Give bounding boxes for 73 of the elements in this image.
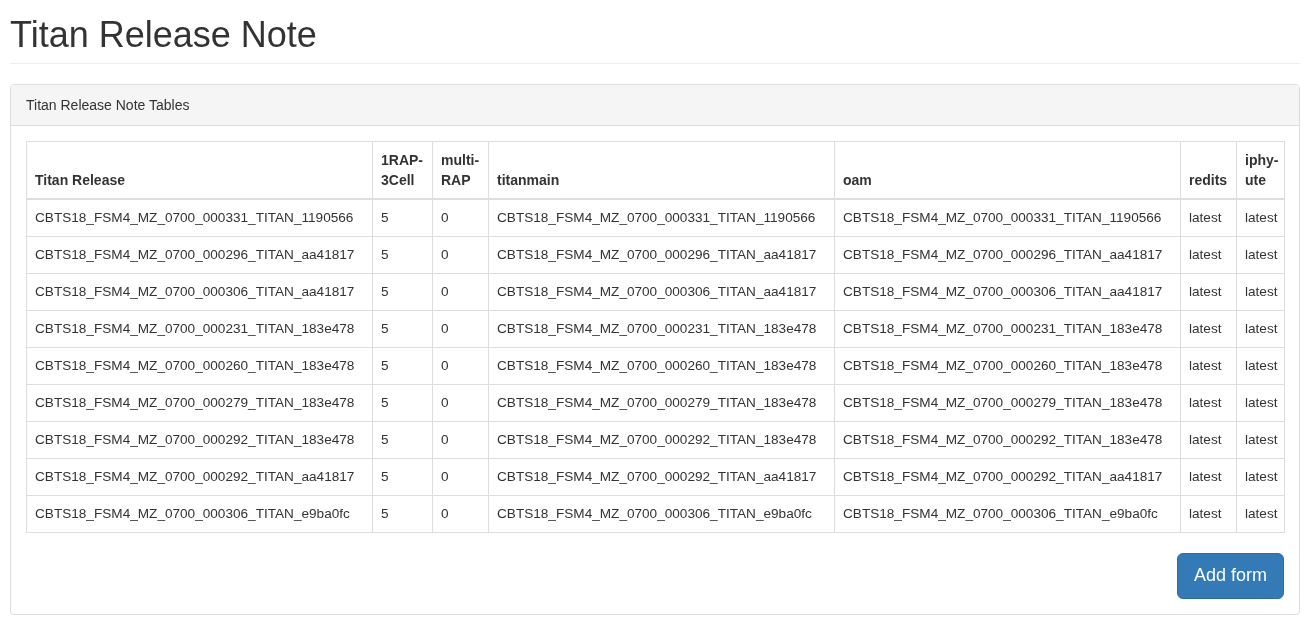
table-cell: CBTS18_FSM4_MZ_0700_000292_TITAN_183e478 [488,421,835,459]
table-cell: latest [1236,273,1285,311]
table-cell: CBTS18_FSM4_MZ_0700_000279_TITAN_183e478 [834,384,1181,422]
table-cell: 0 [432,347,489,385]
table-cell: latest [1236,384,1285,422]
table-cell: CBTS18_FSM4_MZ_0700_000292_TITAN_183e478 [834,421,1181,459]
table-cell: latest [1180,384,1237,422]
table-cell: CBTS18_FSM4_MZ_0700_000306_TITAN_aa41817 [26,273,373,311]
table-cell: latest [1236,458,1285,496]
table-cell: latest [1236,495,1285,533]
table-cell: CBTS18_FSM4_MZ_0700_000306_TITAN_e9ba0fc [834,495,1181,533]
table-cell: CBTS18_FSM4_MZ_0700_000306_TITAN_aa41817 [834,273,1181,311]
table-cell: latest [1236,421,1285,459]
page-title: Titan Release Note [10,0,1300,64]
table-cell: CBTS18_FSM4_MZ_0700_000306_TITAN_e9ba0fc [26,495,373,533]
table-cell: latest [1180,273,1237,311]
table-cell: 0 [432,310,489,348]
column-header: iphy-ute [1236,141,1285,199]
table-cell: latest [1180,310,1237,348]
column-header: multi-RAP [432,141,489,199]
table-cell: CBTS18_FSM4_MZ_0700_000279_TITAN_183e478 [26,384,373,422]
table-cell: CBTS18_FSM4_MZ_0700_000231_TITAN_183e478 [26,310,373,348]
table-cell: latest [1180,236,1237,274]
table-cell: CBTS18_FSM4_MZ_0700_000296_TITAN_aa41817 [834,236,1181,274]
table-cell: latest [1236,236,1285,274]
table-cell: 5 [372,310,433,348]
table-cell: CBTS18_FSM4_MZ_0700_000292_TITAN_aa41817 [488,458,835,496]
table-cell: CBTS18_FSM4_MZ_0700_000296_TITAN_aa41817 [488,236,835,274]
table-cell: 5 [372,236,433,274]
column-header: titanmain [488,141,835,199]
table-cell: 5 [372,273,433,311]
table-cell: 0 [432,421,489,459]
table-cell: 0 [432,458,489,496]
table-cell: 5 [372,198,433,237]
table-cell: 0 [432,273,489,311]
table-cell: latest [1236,347,1285,385]
table-cell: CBTS18_FSM4_MZ_0700_000292_TITAN_183e478 [26,421,373,459]
table-cell: CBTS18_FSM4_MZ_0700_000260_TITAN_183e478 [834,347,1181,385]
column-header: Titan Release [26,141,373,199]
table-cell: 0 [432,236,489,274]
table-cell: 0 [432,495,489,533]
table-cell: CBTS18_FSM4_MZ_0700_000292_TITAN_aa41817 [834,458,1181,496]
table-cell: latest [1180,458,1237,496]
table-cell: CBTS18_FSM4_MZ_0700_000306_TITAN_e9ba0fc [488,495,835,533]
table-cell: CBTS18_FSM4_MZ_0700_000296_TITAN_aa41817 [26,236,373,274]
table-cell: 5 [372,495,433,533]
column-header: 1RAP-3Cell [372,141,433,199]
table-cell: CBTS18_FSM4_MZ_0700_000279_TITAN_183e478 [488,384,835,422]
table-cell: 0 [432,198,489,237]
table-cell: 5 [372,458,433,496]
table-cell: 5 [372,384,433,422]
table-cell: 0 [432,384,489,422]
table-cell: latest [1180,347,1237,385]
table-cell: latest [1180,198,1237,237]
column-header: redits [1180,141,1237,199]
table-cell: CBTS18_FSM4_MZ_0700_000231_TITAN_183e478 [834,310,1181,348]
table-cell: CBTS18_FSM4_MZ_0700_000260_TITAN_183e478 [488,347,835,385]
table-cell: CBTS18_FSM4_MZ_0700_000331_TITAN_1190566 [488,198,835,237]
table-cell: latest [1180,421,1237,459]
table-cell: latest [1236,198,1285,237]
column-header: oam [834,141,1181,199]
table-cell: 5 [372,347,433,385]
panel-heading: Titan Release Note Tables [11,84,1299,126]
add-form-button[interactable]: Add form [1176,552,1284,599]
table-cell: CBTS18_FSM4_MZ_0700_000331_TITAN_1190566 [834,198,1181,237]
table-cell: CBTS18_FSM4_MZ_0700_000231_TITAN_183e478 [488,310,835,348]
table-cell: latest [1180,495,1237,533]
table-cell: CBTS18_FSM4_MZ_0700_000331_TITAN_1190566 [26,198,373,237]
table-cell: 5 [372,421,433,459]
table-cell: CBTS18_FSM4_MZ_0700_000306_TITAN_aa41817 [488,273,835,311]
table-cell: latest [1236,310,1285,348]
table-cell: CBTS18_FSM4_MZ_0700_000260_TITAN_183e478 [26,347,373,385]
table-cell: CBTS18_FSM4_MZ_0700_000292_TITAN_aa41817 [26,458,373,496]
